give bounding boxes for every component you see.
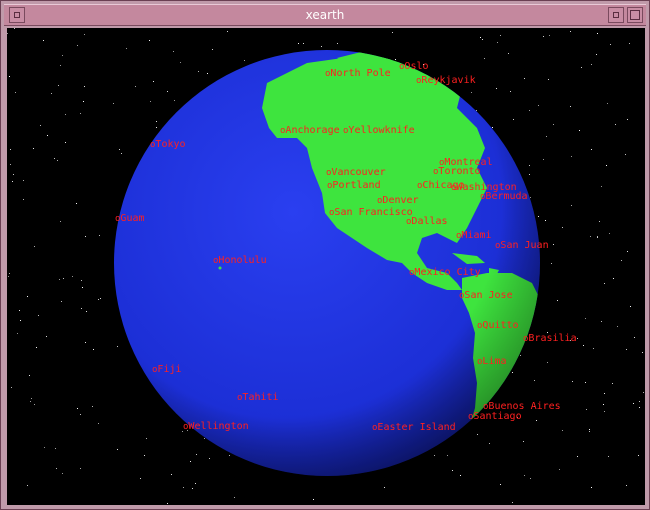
- maximize-icon: [630, 10, 640, 20]
- earth-view: oNorth Pole oOslo oReykjavik oTokyo oAnchora…: [7, 28, 645, 505]
- city-marker: oFiji: [152, 364, 182, 375]
- city-marker: oSan Juan: [495, 240, 549, 251]
- city-marker: oToronto: [433, 166, 481, 177]
- city-marker: oLima: [477, 356, 507, 367]
- city-marker: oBrasilia: [523, 333, 577, 344]
- city-marker: oMiami: [456, 230, 492, 241]
- city-marker: oNorth Pole: [325, 68, 391, 79]
- city-marker: oAnchorage: [280, 125, 340, 136]
- city-marker: oGuam: [115, 213, 145, 224]
- city-marker: oTahiti: [237, 392, 279, 403]
- city-marker: oSan Jose: [459, 290, 513, 301]
- iconify-button[interactable]: [608, 7, 624, 23]
- maximize-button[interactable]: [627, 7, 643, 23]
- xearth-window: xearth oNorth Pole oOslo oReykjavik oTok…: [0, 0, 650, 510]
- city-marker: oSan Francisco: [329, 207, 413, 218]
- city-marker: oPortland: [327, 180, 381, 191]
- city-marker: oHonolulu: [213, 255, 267, 266]
- city-marker: oMexico City: [409, 267, 481, 278]
- globe: [114, 50, 540, 476]
- city-marker: oOslo: [399, 61, 429, 72]
- city-marker: oTokyo: [150, 139, 186, 150]
- city-marker: oVancouver: [326, 167, 386, 178]
- city-marker: oWellington: [183, 421, 249, 432]
- city-marker: oEaster Island: [372, 422, 456, 433]
- city-marker: oBermuda: [480, 191, 528, 202]
- window-title: xearth: [305, 8, 345, 22]
- city-marker: oSantiago: [468, 411, 522, 422]
- title-bar[interactable]: xearth: [4, 4, 646, 26]
- city-marker: oYellowknife: [343, 125, 415, 136]
- city-marker: oDenver: [377, 195, 419, 206]
- city-marker: oReykjavik: [416, 75, 476, 86]
- city-marker: oQuitto: [477, 320, 519, 331]
- minimize-icon: [613, 12, 619, 18]
- city-marker: oDallas: [406, 216, 448, 227]
